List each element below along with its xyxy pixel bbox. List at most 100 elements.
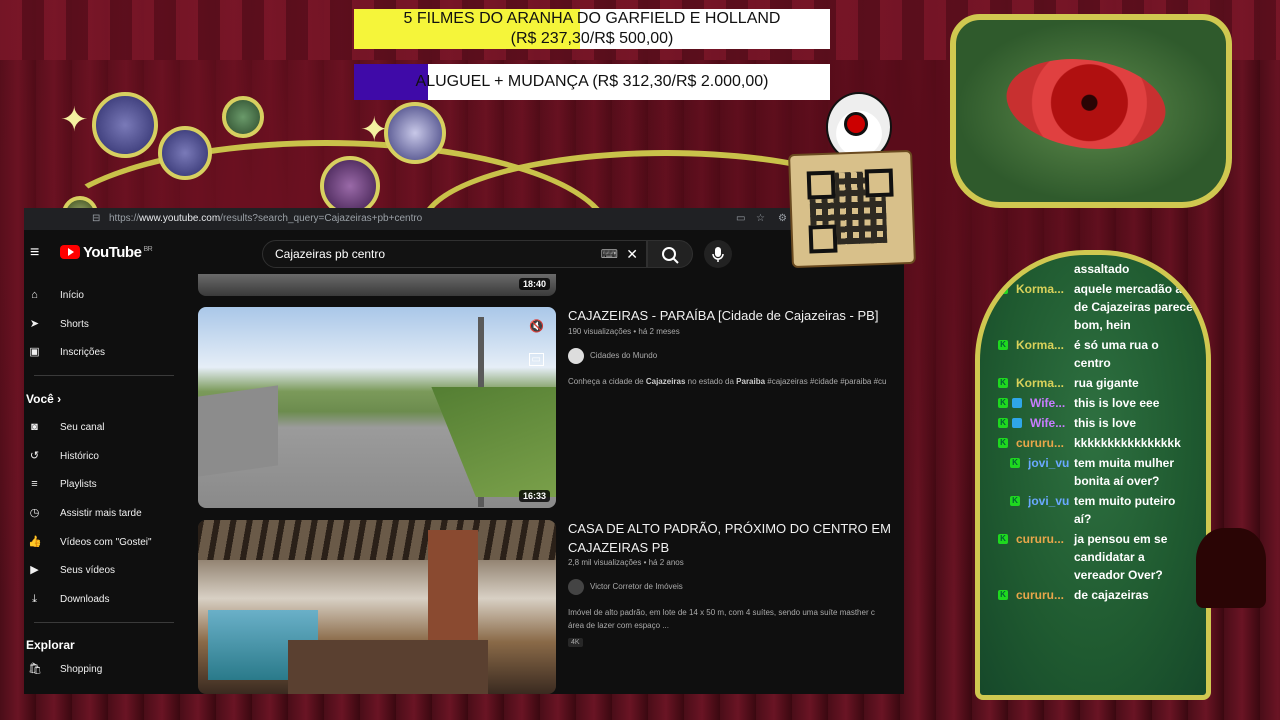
goal-bar-1: 5 FILMES DO ARANHA DO GARFIELD E HOLLAND… xyxy=(354,9,830,49)
bookmark-star-icon[interactable]: ☆ xyxy=(756,208,765,230)
sidebar-item-your-videos[interactable]: ▶ Seus vídeos xyxy=(24,559,184,583)
history-icon: ↺ xyxy=(29,450,40,462)
chat-text: tem muita mulher bonita aí over? xyxy=(1074,456,1175,488)
sidebar-item-shorts[interactable]: ➤ Shorts xyxy=(24,313,184,337)
kick-badge-icon: K xyxy=(998,418,1008,428)
extensions-icon[interactable]: ⚙ xyxy=(778,208,787,230)
qr-finder xyxy=(864,168,894,198)
sidebar-item-downloads[interactable]: ⤓ Downloads xyxy=(24,588,184,612)
sub-badge-icon xyxy=(1012,418,1022,428)
chat-username[interactable]: cururu... xyxy=(1016,530,1076,548)
kick-badge-icon: K xyxy=(998,398,1008,408)
chat-username[interactable]: cururu... xyxy=(1016,434,1076,452)
chat-text: aquele mercadão ali de Cajazeiras parece… xyxy=(1074,282,1193,332)
shorts-icon: ➤ xyxy=(29,318,40,330)
liked-icon: 👍 xyxy=(28,536,42,548)
channel-avatar xyxy=(568,579,584,595)
site-info-icon[interactable]: ⊟ xyxy=(92,208,100,230)
kick-badge-icon: K xyxy=(998,340,1008,350)
search-icon xyxy=(662,247,679,264)
chat-username[interactable]: cururu... xyxy=(1016,586,1076,604)
youtube-play-icon xyxy=(60,245,80,259)
kick-badge-icon: K xyxy=(1010,496,1020,506)
devil-figure xyxy=(1196,528,1266,608)
clear-search-icon[interactable]: ✕ xyxy=(626,241,638,267)
browser-window: ⊟ https://www.youtube.com/results?search… xyxy=(24,208,904,694)
orb-spiral-icon xyxy=(158,126,212,180)
chat-username[interactable]: Korma... xyxy=(1016,374,1076,392)
channel-link[interactable]: Cidades do Mundo xyxy=(568,348,657,364)
chat-text: rua gigante xyxy=(1074,376,1139,390)
quality-badge: 4K xyxy=(568,638,583,647)
kick-badge-icon: K xyxy=(998,534,1008,544)
chat-text: de cajazeiras xyxy=(1074,588,1149,602)
red-eye-icon xyxy=(1000,49,1172,159)
sidebar-item-your-channel[interactable]: ◙ Seu canal xyxy=(24,416,184,440)
chat-text: assaltado xyxy=(1074,262,1130,276)
keyboard-icon[interactable]: ⌨ xyxy=(601,241,618,267)
sparkle-icon: ✦ xyxy=(60,101,89,139)
subscriptions-icon: ▣ xyxy=(29,346,40,358)
orb-face-icon xyxy=(320,156,380,216)
channel-link[interactable]: Victor Corretor de Imóveis xyxy=(568,579,683,595)
chat-text: tem muito puteiro aí? xyxy=(1074,494,1176,526)
orb-face-icon xyxy=(92,92,158,158)
video-thumbnail[interactable]: 🔇 ▭ 16:33 xyxy=(198,307,556,508)
mute-icon[interactable]: 🔇 xyxy=(529,319,544,333)
sidebar-item-shopping[interactable]: 🛍 Shopping xyxy=(24,658,184,682)
video-meta: 2,8 mil visualizações • há 2 anos xyxy=(568,558,684,567)
youtube-logo[interactable]: YouTube BR xyxy=(60,244,153,262)
search-results: 18:40 🔇 ▭ 16:33 CAJAZEIRAS - PARAÍBA [Ci… xyxy=(198,274,904,694)
channel-icon: ◙ xyxy=(31,421,38,433)
video-thumbnail[interactable] xyxy=(198,520,556,694)
sidebar-item-history[interactable]: ↺ Histórico xyxy=(24,445,184,469)
captions-icon[interactable]: ▭ xyxy=(528,353,544,366)
sidebar-item-subscriptions[interactable]: ▣ Inscrições xyxy=(24,341,184,365)
video-duration: 18:40 xyxy=(518,278,550,290)
divider xyxy=(34,375,174,376)
kick-badge-icon: K xyxy=(998,284,1008,294)
sidebar-item-home[interactable]: ⌂ Início xyxy=(24,284,184,308)
qr-finder xyxy=(806,170,836,200)
thumbnail-grass xyxy=(431,387,556,497)
video-meta: 190 visualizações • há 2 meses xyxy=(568,327,680,336)
video-thumbnail-previous[interactable]: 18:40 xyxy=(198,274,556,296)
chat-username[interactable]: Korma... xyxy=(1016,336,1076,354)
downloads-icon: ⤓ xyxy=(32,593,37,605)
playlists-icon: ≡ xyxy=(31,478,38,490)
chat-text: ja pensou em se candidatar a vereador Ov… xyxy=(1074,532,1168,582)
video-duration: 16:33 xyxy=(518,490,550,502)
screenshot-icon[interactable]: ▭ xyxy=(736,208,745,230)
home-icon: ⌂ xyxy=(31,289,38,301)
stream-overlay: ✦ ✦ ✦ 5 FILMES DO ARANHA DO GARFIELD E H… xyxy=(0,0,1280,720)
kick-badge-icon: K xyxy=(1010,458,1020,468)
address-bar[interactable]: ⊟ https://www.youtube.com/results?search… xyxy=(24,208,904,230)
goal-bar-2: ALUGUEL + MUDANÇA (R$ 312,30/R$ 2.000,00… xyxy=(354,64,830,100)
chat-text: this is love xyxy=(1074,416,1137,430)
chat-text: é só uma rua o centro xyxy=(1074,338,1159,370)
search-input[interactable]: Cajazeiras pb centro ⌨ ✕ xyxy=(262,240,647,268)
mic-icon xyxy=(712,247,724,262)
webcam-frame xyxy=(950,14,1232,208)
youtube-header: ≡ YouTube BR Cajazeiras pb centro ⌨ ✕ xyxy=(24,234,904,274)
thumbnail-roof xyxy=(198,520,556,560)
you-section-header[interactable]: Você › xyxy=(26,392,61,406)
orb-star-icon xyxy=(222,96,264,138)
channel-avatar xyxy=(568,348,584,364)
orb-face-icon xyxy=(384,102,446,164)
watch-later-icon: ◷ xyxy=(29,507,40,519)
chat-username[interactable]: Korma... xyxy=(1016,280,1076,298)
qr-finder xyxy=(808,224,838,254)
menu-icon[interactable]: ≡ xyxy=(30,244,39,262)
kick-badge-icon: K xyxy=(998,438,1008,448)
sidebar-item-watch-later[interactable]: ◷ Assistir mais tarde xyxy=(24,502,184,526)
sidebar-item-liked-videos[interactable]: 👍 Vídeos com "Gostei" xyxy=(24,531,184,555)
video-title[interactable]: CAJAZEIRAS - PARAÍBA [Cidade de Cajazeir… xyxy=(568,306,898,325)
search-button[interactable] xyxy=(647,240,693,268)
chat-text: kkkkkkkkkkkkkkkk xyxy=(1074,436,1181,450)
video-description: Imóvel de alto padrão, em lote de 14 x 5… xyxy=(568,608,875,630)
video-title[interactable]: CASA DE ALTO PADRÃO, PRÓXIMO DO CENTRO E… xyxy=(568,519,898,557)
your-videos-icon: ▶ xyxy=(30,564,39,576)
voice-search-button[interactable] xyxy=(704,240,732,268)
sidebar-item-playlists[interactable]: ≡ Playlists xyxy=(24,473,184,497)
